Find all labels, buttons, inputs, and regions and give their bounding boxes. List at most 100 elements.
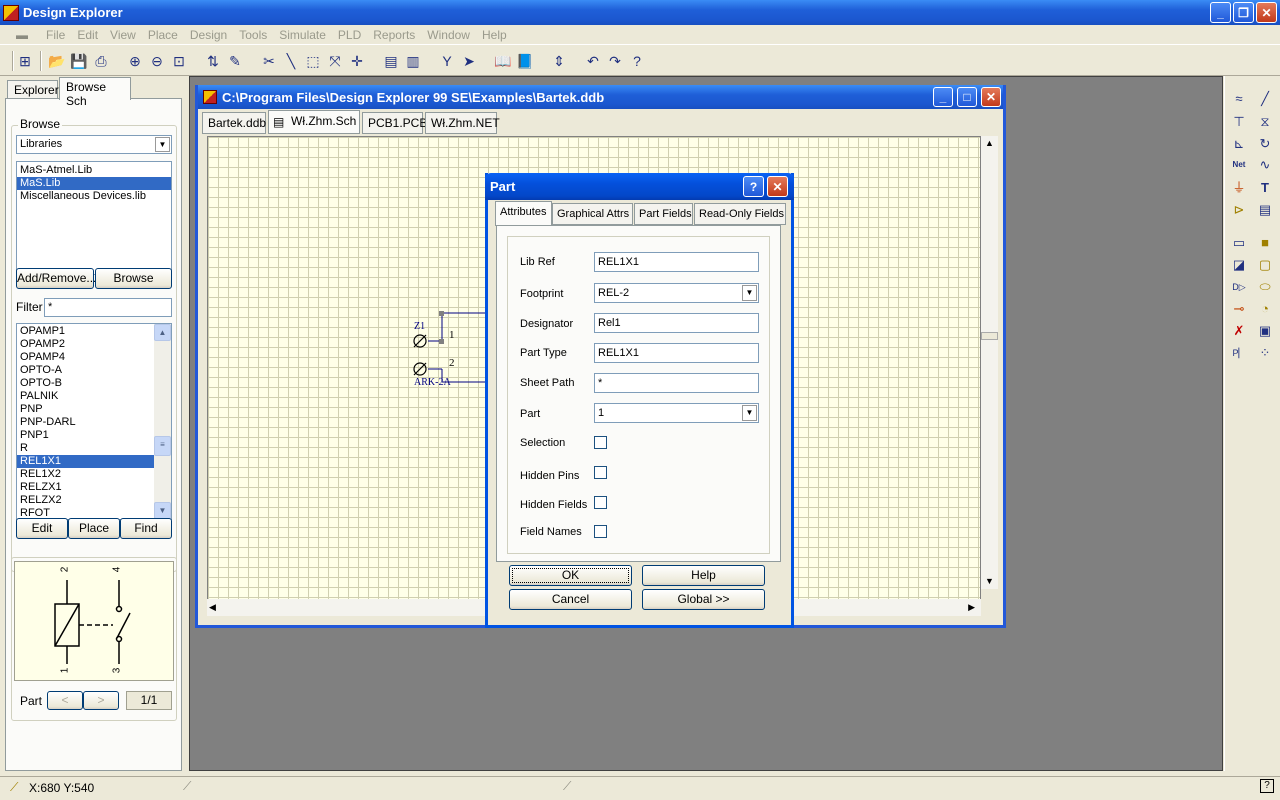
book2-icon[interactable]: 📘 bbox=[516, 52, 534, 70]
tab-read-only-fields[interactable]: Read-Only Fields bbox=[694, 203, 786, 225]
net-icon[interactable]: ⊾ bbox=[1230, 135, 1248, 153]
browse-library-icon[interactable]: ▤ bbox=[382, 52, 400, 70]
design-manager-icon[interactable]: ⊞ bbox=[16, 52, 34, 70]
tab-explorer[interactable]: Explorer bbox=[7, 80, 59, 99]
list-item[interactable]: REL1X1 bbox=[17, 455, 154, 468]
list-item[interactable]: OPAMP2 bbox=[17, 338, 171, 351]
array-icon[interactable]: ⁘ bbox=[1256, 344, 1274, 362]
scroll-thumb[interactable] bbox=[981, 332, 998, 340]
menu-edit[interactable]: Edit bbox=[71, 28, 104, 42]
help-button[interactable]: Help bbox=[642, 565, 765, 586]
scroll-thumb[interactable]: ≡ bbox=[154, 436, 171, 456]
redo-icon[interactable]: ↷ bbox=[606, 52, 624, 70]
select-icon[interactable]: ⬚ bbox=[304, 52, 322, 70]
add-remove-button[interactable]: Add/Remove... bbox=[16, 268, 96, 289]
scroll-up-icon[interactable]: ▲ bbox=[154, 324, 171, 341]
part-next-button[interactable]: > bbox=[83, 691, 119, 710]
library-list[interactable]: MaS-Atmel.Lib MaS.Lib Miscellaneous Devi… bbox=[16, 161, 172, 275]
designator-field[interactable]: Rel1 bbox=[594, 313, 759, 333]
port-icon[interactable]: ⊳ bbox=[1230, 201, 1248, 219]
arrow-tool-icon[interactable]: ➤ bbox=[460, 52, 478, 70]
text-frame-icon[interactable]: ▤ bbox=[1256, 201, 1274, 219]
paste-icon[interactable]: ╲ bbox=[282, 52, 300, 70]
list-item[interactable]: OPTO-A bbox=[17, 364, 171, 377]
scroll-right-icon[interactable]: ▶ bbox=[968, 602, 975, 613]
hidden-pins-checkbox[interactable] bbox=[594, 466, 607, 479]
book-icon[interactable]: 📖 bbox=[494, 52, 512, 70]
component-list[interactable]: OPAMP1 OPAMP2 OPAMP4 OPTO-A OPTO-B PALNI… bbox=[16, 323, 172, 520]
doc-maximize-icon[interactable]: □ bbox=[957, 87, 977, 107]
browse-select[interactable]: Libraries ▼ bbox=[16, 135, 172, 154]
help-icon[interactable]: ? bbox=[628, 52, 646, 70]
scroll-left-icon[interactable]: ◀ bbox=[209, 602, 216, 613]
zoom-out-icon[interactable]: ⊖ bbox=[148, 52, 166, 70]
browse-button[interactable]: Browse bbox=[95, 268, 172, 289]
hierarchy-icon[interactable]: ⇅ bbox=[204, 52, 222, 70]
lib-ref-field[interactable]: REL1X1 bbox=[594, 252, 759, 272]
menu-design[interactable]: Design bbox=[184, 28, 233, 42]
cross-probe-icon[interactable]: ✎ bbox=[226, 52, 244, 70]
sheet-vscroll[interactable]: ▲ ▼ bbox=[981, 136, 998, 589]
bezier-icon[interactable]: ∿ bbox=[1256, 156, 1274, 174]
tab-sch[interactable]: ▤ Wł.Zhm.Sch bbox=[268, 110, 360, 134]
list-item[interactable]: RELZX2 bbox=[17, 494, 171, 507]
part-number-select[interactable]: 1 ▼ bbox=[594, 403, 759, 423]
ellipse-icon[interactable]: ⬭ bbox=[1256, 278, 1274, 296]
zoom-fit-icon[interactable]: ⊡ bbox=[170, 52, 188, 70]
menu-tools[interactable]: Tools bbox=[233, 28, 273, 42]
list-item[interactable]: OPTO-B bbox=[17, 377, 171, 390]
save-icon[interactable]: 💾 bbox=[70, 52, 88, 70]
place-button[interactable]: Place bbox=[68, 518, 120, 539]
rectangle-icon[interactable]: ■ bbox=[1256, 234, 1274, 252]
list-item[interactable]: OPAMP4 bbox=[17, 351, 171, 364]
footprint-select[interactable]: REL-2 ▼ bbox=[594, 283, 759, 303]
round-rect-icon[interactable]: ▢ bbox=[1256, 256, 1274, 274]
menu-place[interactable]: Place bbox=[142, 28, 184, 42]
undo-icon[interactable]: ↶ bbox=[584, 52, 602, 70]
add-library-icon[interactable]: ▥ bbox=[404, 52, 422, 70]
menu-window[interactable]: Window bbox=[421, 28, 476, 42]
sheet-symbol-icon[interactable]: ◪ bbox=[1230, 256, 1248, 274]
dialog-close-icon[interactable]: ✕ bbox=[767, 176, 788, 197]
menu-help[interactable]: Help bbox=[476, 28, 513, 42]
find-button[interactable]: Find bbox=[120, 518, 172, 539]
line-icon[interactable]: ╱ bbox=[1256, 90, 1274, 108]
scroll-down-icon[interactable]: ▼ bbox=[985, 576, 994, 586]
list-item[interactable]: OPAMP1 bbox=[17, 325, 171, 338]
component-scrollbar[interactable]: ▲ ≡ ▼ bbox=[154, 324, 171, 519]
part-place-icon[interactable]: ▭ bbox=[1230, 234, 1248, 252]
dialog-help-icon[interactable]: ? bbox=[743, 176, 764, 197]
edit-button[interactable]: Edit bbox=[16, 518, 68, 539]
zoom-in-icon[interactable]: ⊕ bbox=[126, 52, 144, 70]
list-item[interactable]: REL1X2 bbox=[17, 468, 171, 481]
net-label-icon[interactable]: Net bbox=[1230, 156, 1248, 174]
bus-icon[interactable]: ≈ bbox=[1230, 90, 1248, 108]
menu-arrow-icon[interactable]: ▬ bbox=[16, 28, 34, 42]
tab-pcb[interactable]: PCB1.PCB bbox=[362, 112, 427, 134]
open-icon[interactable]: 📂 bbox=[48, 52, 66, 70]
align-icon[interactable]: ⇕ bbox=[550, 52, 568, 70]
no-erc-icon[interactable]: ✗ bbox=[1230, 322, 1248, 340]
menu-file[interactable]: File bbox=[40, 28, 71, 42]
list-item[interactable]: PNP bbox=[17, 403, 171, 416]
part-type-field[interactable]: REL1X1 bbox=[594, 343, 759, 363]
tab-browse-sch[interactable]: Browse Sch bbox=[59, 77, 131, 108]
text-icon[interactable]: T bbox=[1256, 179, 1274, 197]
pie-icon[interactable]: ◔ bbox=[1256, 300, 1274, 318]
bus-entry-icon[interactable]: ⊤ bbox=[1230, 113, 1248, 131]
scroll-down-icon[interactable]: ▼ bbox=[154, 502, 171, 519]
ok-button[interactable]: OK bbox=[509, 565, 632, 586]
move-icon[interactable]: ✛ bbox=[348, 52, 366, 70]
part-prev-button[interactable]: < bbox=[47, 691, 83, 710]
scroll-up-icon[interactable]: ▲ bbox=[985, 138, 994, 148]
hourglass-icon[interactable]: ⧖ bbox=[1256, 113, 1274, 131]
tab-bartek-ddb[interactable]: Bartek.ddb bbox=[202, 112, 266, 134]
list-item[interactable]: PALNIK bbox=[17, 390, 171, 403]
doc-close-icon[interactable]: ✕ bbox=[981, 87, 1001, 107]
deselect-icon[interactable]: ⤧ bbox=[326, 52, 344, 70]
close-icon[interactable]: ✕ bbox=[1256, 2, 1277, 23]
list-item[interactable]: PNP-DARL bbox=[17, 416, 171, 429]
global-button[interactable]: Global >> bbox=[642, 589, 765, 610]
pcb-layout-icon[interactable]: P▏ bbox=[1230, 344, 1248, 362]
list-item[interactable]: MaS.Lib bbox=[17, 177, 171, 190]
